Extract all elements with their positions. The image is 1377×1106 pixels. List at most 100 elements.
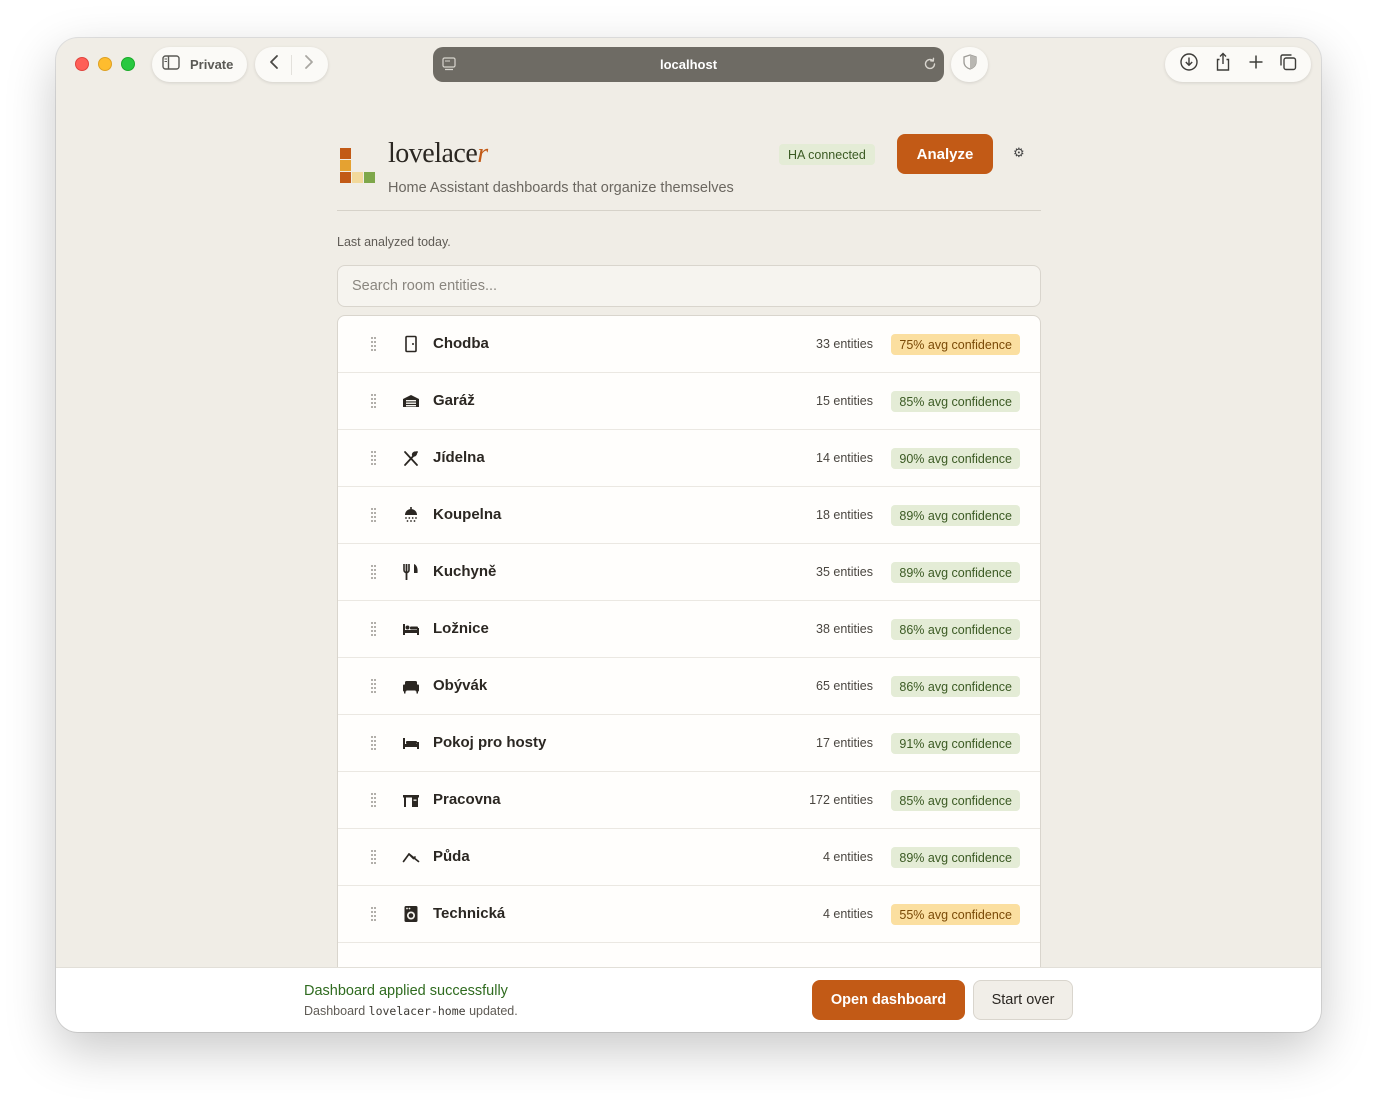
minimize-window-button[interactable] — [98, 57, 112, 71]
drag-handle-icon[interactable] — [371, 622, 377, 636]
room-row[interactable]: Pokoj pro hosty 17 entities 91% avg confid… — [338, 715, 1040, 772]
room-row[interactable]: Ložnice 38 entities 86% avg confidence — [338, 601, 1040, 658]
room-row[interactable]: Půda 4 entities 89% avg confidence — [338, 829, 1040, 886]
entity-count: 38 entities — [816, 622, 873, 636]
private-label: Private — [190, 57, 234, 72]
confidence-badge: 91% avg confidence — [891, 733, 1020, 754]
address-bar[interactable]: localhost — [433, 47, 944, 82]
search-placeholder: Search room entities... — [352, 278, 498, 294]
sofa-icon — [402, 677, 420, 695]
success-title: Dashboard applied successfully — [304, 983, 508, 999]
forward-arrow-icon[interactable] — [303, 54, 315, 75]
confidence-badge: 85% avg confidence — [891, 790, 1020, 811]
entity-count: 172 entities — [809, 793, 873, 807]
app-title: lovelacer — [388, 138, 488, 169]
room-name: Jídelna — [433, 449, 485, 466]
reload-icon[interactable] — [922, 56, 938, 77]
confidence-badge: 90% avg confidence — [891, 448, 1020, 469]
garage-icon — [402, 392, 420, 410]
room-list: Chodba 33 entities 75% avg confidence Garáž… — [337, 315, 1041, 1032]
room-row[interactable]: Technická 4 entities 55% avg confidence — [338, 886, 1040, 943]
app-header: lovelacer Home Assistant dashboards that… — [337, 134, 1041, 211]
room-name: Obývák — [433, 677, 488, 694]
success-banner: Dashboard applied successfully Dashboard… — [56, 967, 1321, 1032]
door-icon — [402, 335, 420, 353]
page-content: lovelacer Home Assistant dashboards that… — [337, 134, 1041, 1032]
room-row[interactable]: Obývák 65 entities 86% avg confidence — [338, 658, 1040, 715]
confidence-badge: 75% avg confidence — [891, 334, 1020, 355]
zoom-window-button[interactable] — [121, 57, 135, 71]
close-window-button[interactable] — [75, 57, 89, 71]
app-tagline: Home Assistant dashboards that organize … — [388, 180, 734, 196]
lovelacer-logo — [338, 148, 376, 186]
new-tab-icon[interactable] — [1248, 54, 1264, 75]
drag-handle-icon[interactable] — [371, 679, 377, 693]
drag-handle-icon[interactable] — [371, 736, 377, 750]
room-name: Garáž — [433, 392, 475, 409]
confidence-badge: 89% avg confidence — [891, 847, 1020, 868]
entity-count: 65 entities — [816, 679, 873, 693]
room-name: Půda — [433, 848, 470, 865]
desk-icon — [402, 791, 420, 809]
analyze-button[interactable]: Analyze — [897, 134, 993, 174]
room-name: Chodba — [433, 335, 489, 352]
room-row[interactable]: Kuchyně 35 entities 89% avg confidence — [338, 544, 1040, 601]
address-url: localhost — [659, 57, 718, 72]
browser-toolbar: Private localhost — [56, 38, 1321, 92]
bed-icon — [402, 620, 420, 638]
room-row[interactable]: Jídelna 14 entities 90% avg confidence — [338, 430, 1040, 487]
roof-icon — [402, 848, 420, 866]
browser-window: Private localhost lovelacer Home Assista… — [56, 38, 1321, 1032]
drag-handle-icon[interactable] — [371, 451, 377, 465]
privacy-report-button[interactable] — [951, 47, 988, 82]
room-name: Ložnice — [433, 620, 489, 637]
entity-count: 4 entities — [822, 850, 873, 864]
entity-count: 35 entities — [816, 565, 873, 579]
page-menu-icon[interactable] — [442, 57, 456, 76]
nav-divider — [290, 54, 292, 75]
entity-count: 14 entities — [816, 451, 873, 465]
drag-handle-icon[interactable] — [371, 850, 377, 864]
fork-knife-icon — [402, 563, 420, 581]
confidence-badge: 89% avg confidence — [891, 505, 1020, 526]
drag-handle-icon[interactable] — [371, 337, 377, 351]
dashboard-id: lovelacer-home — [368, 1004, 466, 1018]
room-row[interactable]: Pracovna 172 entities 85% avg confidence — [338, 772, 1040, 829]
confidence-badge: 89% avg confidence — [891, 562, 1020, 583]
share-icon[interactable] — [1214, 52, 1232, 77]
shield-icon — [962, 54, 977, 75]
search-input[interactable]: Search room entities... — [337, 265, 1041, 307]
confidence-badge: 86% avg confidence — [891, 619, 1020, 640]
start-over-button[interactable]: Start over — [973, 980, 1073, 1020]
drag-handle-icon[interactable] — [371, 508, 377, 522]
tab-overview-icon[interactable] — [1279, 53, 1297, 76]
confidence-badge: 86% avg confidence — [891, 676, 1020, 697]
entity-count: 18 entities — [816, 508, 873, 522]
room-row[interactable]: Garáž 15 entities 85% avg confidence — [338, 373, 1040, 430]
room-name: Technická — [433, 905, 506, 922]
drag-handle-icon[interactable] — [371, 394, 377, 408]
drag-handle-icon[interactable] — [371, 793, 377, 807]
download-icon[interactable] — [1179, 52, 1199, 77]
sidebar-toggle-button[interactable]: Private — [152, 47, 247, 82]
success-subtitle: Dashboard lovelacer-home updated. — [304, 1004, 518, 1018]
browser-actions — [1165, 47, 1311, 82]
room-name: Pracovna — [433, 791, 501, 808]
entity-count: 33 entities — [816, 337, 873, 351]
confidence-badge: 85% avg confidence — [891, 391, 1020, 412]
open-dashboard-button[interactable]: Open dashboard — [812, 980, 965, 1020]
drag-handle-icon[interactable] — [371, 907, 377, 921]
back-arrow-icon[interactable] — [268, 54, 280, 75]
room-name: Pokoj pro hosty — [433, 734, 547, 751]
entity-count: 4 entities — [822, 907, 873, 921]
silverware-icon — [402, 449, 420, 467]
entity-count: 15 entities — [816, 394, 873, 408]
guest-bed-icon — [402, 734, 420, 752]
room-row[interactable]: Chodba 33 entities 75% avg confidence — [338, 316, 1040, 373]
room-row[interactable]: Koupelna 18 entities 89% avg confidence — [338, 487, 1040, 544]
gear-icon[interactable]: ⚙ — [1013, 145, 1025, 161]
navigation-buttons — [255, 47, 328, 82]
entity-count: 17 entities — [816, 736, 873, 750]
confidence-badge: 55% avg confidence — [891, 904, 1020, 925]
drag-handle-icon[interactable] — [371, 565, 377, 579]
